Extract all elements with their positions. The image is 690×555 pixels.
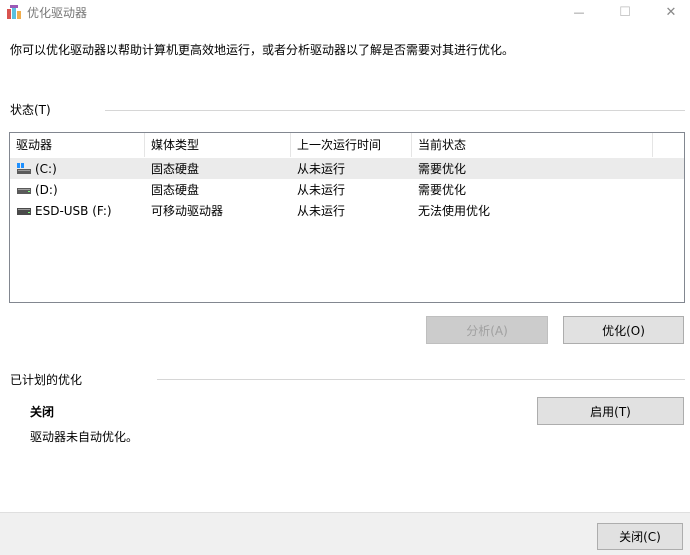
scheduled-description: 驱动器未自动优化。	[30, 430, 139, 444]
usb-drive-icon	[16, 204, 32, 218]
scheduled-divider	[157, 379, 685, 380]
media-type: 固态硬盘	[151, 162, 200, 176]
title-bar: 优化驱动器 — ☐ ✕	[0, 0, 690, 24]
close-window-button[interactable]: ✕	[648, 0, 690, 24]
maximize-icon: ☐	[619, 4, 631, 20]
table-row[interactable]: (D:) 固态硬盘 从未运行 需要优化	[10, 179, 684, 200]
status-section-label: 状态(T)	[10, 103, 51, 117]
column-header-drive[interactable]: 驱动器	[10, 133, 145, 157]
close-button[interactable]: 关闭(C)	[597, 523, 683, 550]
status-divider	[105, 110, 685, 111]
description-text: 你可以优化驱动器以帮助计算机更高效地运行，或者分析驱动器以了解是否需要对其进行优…	[10, 43, 515, 57]
last-run: 从未运行	[297, 204, 346, 218]
close-icon: ✕	[665, 4, 677, 20]
column-header-current-status[interactable]: 当前状态	[412, 133, 653, 157]
minimize-button[interactable]: —	[556, 0, 602, 24]
last-run: 从未运行	[297, 162, 346, 176]
current-status: 无法使用优化	[418, 204, 491, 218]
drive-name: (C:)	[35, 161, 57, 176]
window-title: 优化驱动器	[27, 6, 88, 20]
enable-button[interactable]: 启用(T)	[537, 397, 684, 425]
table-row[interactable]: (C:) 固态硬盘 从未运行 需要优化	[10, 158, 684, 179]
media-type: 固态硬盘	[151, 183, 200, 197]
drive-icon	[16, 183, 32, 197]
drive-list-rows: (C:) 固态硬盘 从未运行 需要优化 (D:) 固态硬盘 从未运行 需要优化	[10, 158, 684, 221]
scheduled-section-label: 已计划的优化	[10, 373, 83, 387]
drive-list[interactable]: 驱动器 媒体类型 上一次运行时间 当前状态 (C:) 固态硬盘 从未运行 需要优…	[9, 132, 685, 303]
scheduled-status: 关闭	[30, 405, 55, 419]
optimize-button[interactable]: 优化(O)	[563, 316, 684, 344]
current-status: 需要优化	[418, 162, 467, 176]
drive-name: (D:)	[35, 182, 58, 197]
media-type: 可移动驱动器	[151, 204, 224, 218]
drive-list-header: 驱动器 媒体类型 上一次运行时间 当前状态	[10, 133, 684, 157]
last-run: 从未运行	[297, 183, 346, 197]
footer-bar	[0, 512, 690, 555]
maximize-button[interactable]: ☐	[602, 0, 648, 24]
current-status: 需要优化	[418, 183, 467, 197]
table-row[interactable]: ESD-USB (F:) 可移动驱动器 从未运行 无法使用优化	[10, 200, 684, 221]
analyze-button[interactable]: 分析(A)	[426, 316, 548, 344]
system-drive-icon	[16, 162, 32, 176]
defrag-app-icon	[6, 4, 22, 20]
column-header-media-type[interactable]: 媒体类型	[145, 133, 291, 157]
minimize-icon: —	[573, 5, 585, 19]
column-header-last-run[interactable]: 上一次运行时间	[291, 133, 412, 157]
drive-name: ESD-USB (F:)	[35, 203, 112, 218]
